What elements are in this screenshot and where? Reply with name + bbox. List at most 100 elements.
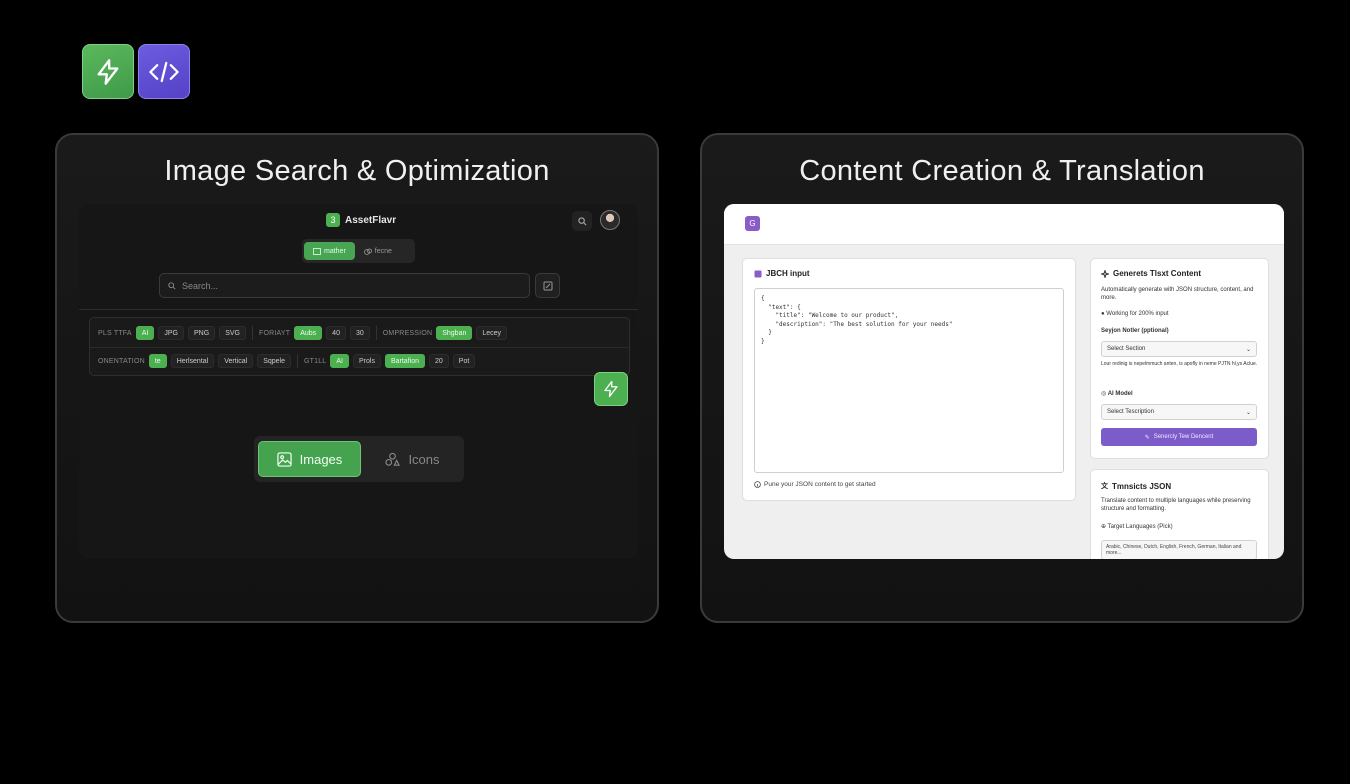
code-app-icon[interactable]: [138, 44, 190, 99]
ai-model-text: AI Model: [1107, 391, 1133, 397]
filter-chip[interactable]: SVG: [219, 326, 246, 340]
translate-json-card: 文 Tmnsicts JSON Translate content to mul…: [1090, 469, 1269, 559]
json-card-title: JBCH input: [766, 269, 810, 278]
json-input-card: JBCH input { "text": { "title": "Welcome…: [742, 258, 1076, 501]
filter-row-1: PLS TTFA AI JPG PNG SVG FORIAYT Aubs 40 …: [98, 325, 511, 341]
translate-card-title: Tmnsicts JSON: [1112, 481, 1172, 491]
filter-chip[interactable]: Lecey: [476, 326, 508, 340]
avatar[interactable]: [600, 210, 620, 230]
filter-chip[interactable]: PNG: [188, 326, 216, 340]
filter-chip[interactable]: Shgban: [436, 326, 473, 340]
filter-chip[interactable]: 20: [429, 354, 449, 368]
generate-card-title: Generets Tlsxt Content: [1113, 269, 1202, 278]
generate-bullet: ● Working for 200% input: [1101, 311, 1169, 317]
compression-label: OMPRESSION: [382, 329, 433, 337]
brand-name: AssetFlavr: [345, 214, 397, 226]
tab-fecne[interactable]: fecne: [355, 242, 401, 260]
brand-logo-icon: 3: [326, 213, 340, 227]
content-app-window: G JBCH input { "text": { "title": "Welco…: [724, 204, 1284, 559]
content-creation-panel: Content Creation & Translation G JBCH in…: [700, 133, 1304, 623]
tab-mather[interactable]: mather: [304, 242, 355, 260]
divider: [90, 347, 629, 348]
lang-label: Target Languages (Pick): [1107, 524, 1173, 530]
generate-button-label: Senercly Tew Dencent: [1153, 434, 1214, 440]
lightning-app-icon[interactable]: [82, 44, 134, 99]
tab-label: mather: [324, 247, 346, 255]
filter-panel: PLS TTFA AI JPG PNG SVG FORIAYT Aubs 40 …: [89, 317, 630, 376]
info-icon: [754, 481, 761, 488]
sparkle-icon: [1101, 269, 1109, 278]
image-icon: [276, 451, 292, 467]
translate-desc: Translate content to multiple languages …: [1101, 498, 1251, 512]
search-icon: [168, 281, 176, 290]
tab-images[interactable]: Images: [258, 441, 361, 477]
image-icon: [313, 247, 321, 255]
search-input[interactable]: Search...: [159, 273, 530, 298]
orientation-label: ONENTATION: [98, 357, 145, 365]
filter-chip[interactable]: Vertical: [218, 354, 254, 368]
filter-chip[interactable]: Bartafion: [384, 354, 425, 368]
filter-chip[interactable]: 40: [326, 326, 346, 340]
chevron-down-icon: ⌄: [1245, 346, 1251, 353]
filter-chip[interactable]: Pot: [452, 354, 476, 368]
tab-label: fecne: [374, 247, 392, 255]
section-select-value: Select Section: [1107, 346, 1146, 352]
sparkle-icon: [604, 380, 618, 398]
brand: 3 AssetFlavr: [326, 213, 396, 227]
target-icon: ◎: [1101, 391, 1108, 397]
tab-label: Images: [299, 451, 343, 467]
filter-chip[interactable]: JPG: [158, 326, 185, 340]
divider: [79, 309, 638, 310]
file-type-label: PLS TTFA: [98, 329, 132, 337]
section-help: Lour redinig is nepelmmuch anten, is apo…: [1101, 361, 1258, 367]
sparkle-action-button[interactable]: [594, 372, 628, 406]
filter-button[interactable]: [535, 273, 560, 298]
asset-app-window: 3 AssetFlavr mather fecne Search... PLS …: [79, 204, 638, 559]
card-title: Generets Tlsxt Content: [1101, 269, 1201, 278]
filter-chip[interactable]: AI: [330, 354, 350, 368]
generate-content-card: Generets Tlsxt Content Automatically gen…: [1090, 258, 1269, 459]
panel-title: Content Creation & Translation: [799, 155, 1205, 187]
tab-icons[interactable]: Icons: [365, 441, 460, 477]
filter-chip[interactable]: Herlsental: [170, 354, 215, 368]
section-select[interactable]: Select Section ⌄: [1101, 341, 1257, 357]
filter-chip[interactable]: Sqpele: [257, 354, 291, 368]
header-search-button[interactable]: [572, 211, 592, 231]
top-app-icons: [82, 44, 190, 99]
filter-chip[interactable]: AI: [135, 326, 155, 340]
tab-label: Icons: [408, 451, 440, 467]
wand-icon: ✎: [1144, 434, 1150, 441]
bullet-text: Working for 200% input: [1106, 311, 1169, 317]
filter-row-2: ONENTATION te Herlsental Vertical Sqpele…: [98, 353, 479, 369]
card-title: 文 Tmnsicts JSON: [1101, 481, 1171, 491]
shapes-icon: [363, 248, 372, 255]
media-type-switch: Images Icons: [254, 436, 464, 482]
filter-icon: [543, 281, 552, 290]
globe-icon: ⊕: [1101, 524, 1108, 530]
filter-chip[interactable]: Prols: [353, 354, 381, 368]
filter-chip[interactable]: te: [148, 354, 167, 368]
description-select[interactable]: Select Tescription ⌄: [1101, 404, 1257, 420]
filter-chip[interactable]: 30: [349, 326, 370, 340]
divider: [296, 354, 298, 368]
mode-switch: mather fecne: [302, 239, 415, 263]
json-hint: Pune your JSON content to get started: [754, 481, 876, 488]
generate-button[interactable]: ✎ Senercly Tew Dencent: [1101, 428, 1257, 446]
chevron-down-icon: ⌄: [1245, 409, 1251, 416]
image-search-panel: Image Search & Optimization 3 AssetFlavr…: [55, 133, 659, 623]
translate-icon: 文: [1101, 483, 1108, 490]
filter-chip[interactable]: Aubs: [294, 326, 323, 340]
card-title: JBCH input: [754, 269, 810, 278]
divider: [251, 326, 253, 340]
json-input-textarea[interactable]: { "text": { "title": "Welcome to our pro…: [754, 288, 1064, 473]
app-header: G: [724, 204, 1284, 245]
style-label: GT1LL: [303, 357, 327, 365]
target-languages-input[interactable]: Arabic, Chinese, Dutch, English, French,…: [1101, 540, 1257, 559]
divider: [375, 326, 377, 340]
app-logo-icon: G: [745, 216, 760, 231]
file-icon: [754, 270, 762, 277]
search-placeholder: Search...: [182, 280, 219, 291]
description-select-value: Select Tescription: [1107, 409, 1154, 415]
shapes-icon: [385, 452, 401, 466]
ai-model-label: ◎ AI Model: [1101, 390, 1133, 398]
